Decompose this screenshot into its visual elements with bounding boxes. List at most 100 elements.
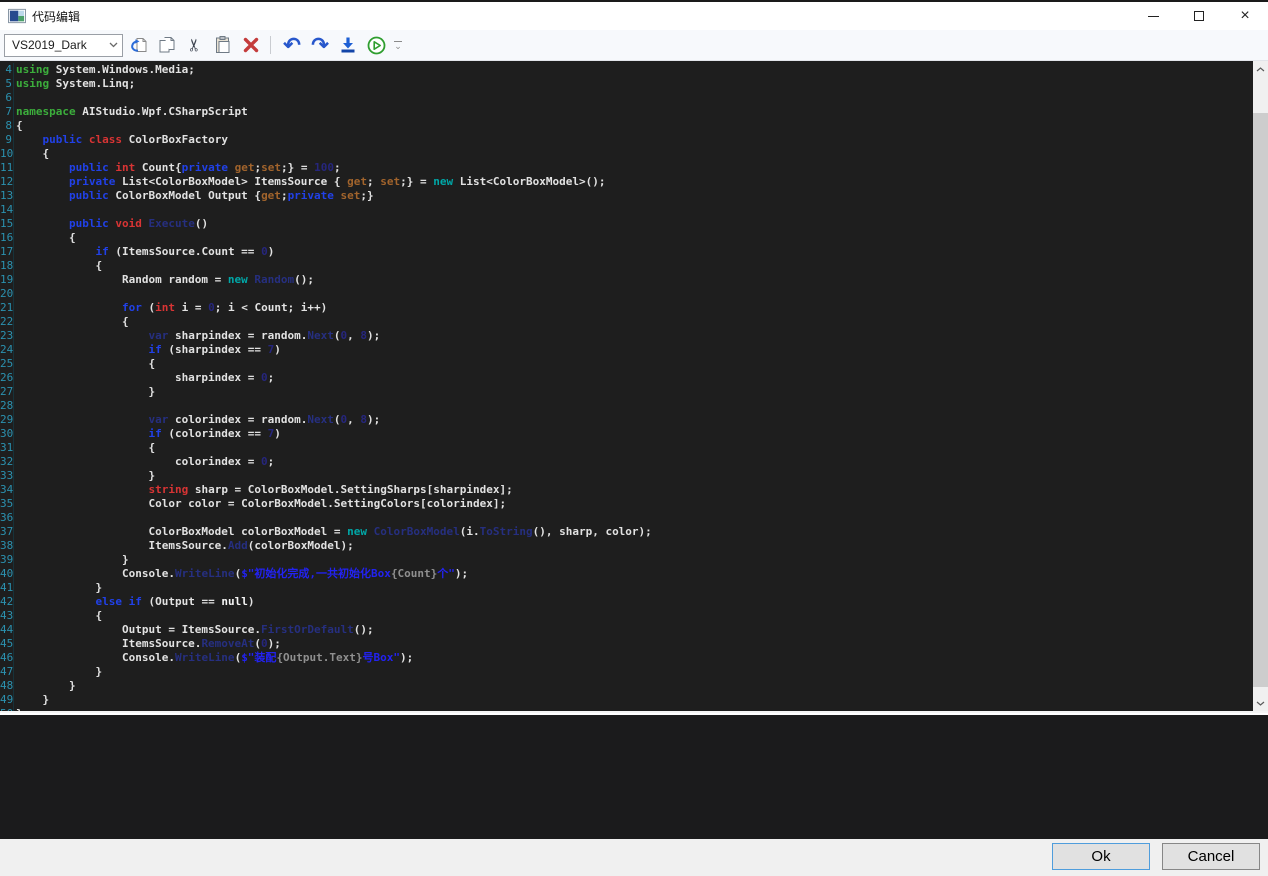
copy-button[interactable] <box>155 33 179 57</box>
code-text: { <box>14 357 155 371</box>
maximize-button[interactable] <box>1176 2 1222 30</box>
code-text: public ColorBoxModel Output {get;private… <box>14 189 374 203</box>
code-text: { <box>14 315 129 329</box>
code-text: public class ColorBoxFactory <box>14 133 228 147</box>
line-number: 28 <box>0 399 14 413</box>
code-text: if (colorindex == 7) <box>14 427 281 441</box>
toolbar-overflow-button[interactable]: ⌄ <box>394 41 402 49</box>
run-icon <box>366 35 387 56</box>
reset-document-icon <box>129 35 149 55</box>
code-line: 21 for (int i = 0; i < Count; i++) <box>0 301 1253 315</box>
line-number: 5 <box>0 77 14 91</box>
code-text: ItemsSource.Add(colorBoxModel); <box>14 539 354 553</box>
line-number: 12 <box>0 175 14 189</box>
cut-button[interactable]: ✂ <box>183 33 207 57</box>
copy-icon <box>157 35 177 55</box>
line-number: 27 <box>0 385 14 399</box>
delete-button[interactable] <box>239 33 263 57</box>
undo-button[interactable]: ↶ <box>280 33 304 57</box>
close-button[interactable]: × <box>1222 2 1268 30</box>
line-number: 38 <box>0 539 14 553</box>
code-text <box>14 203 16 217</box>
code-line: 29 var colorindex = random.Next(0, 8); <box>0 413 1253 427</box>
code-text: Console.WriteLine($"初始化完成,一共初始化Box{Count… <box>14 567 468 581</box>
line-number: 36 <box>0 511 14 525</box>
redo-button[interactable]: ↷ <box>308 33 332 57</box>
theme-select[interactable]: VS2019_Dark <box>4 34 123 57</box>
reset-document-button[interactable] <box>127 33 151 57</box>
window-title: 代码编辑 <box>32 8 80 25</box>
redo-icon: ↷ <box>311 35 329 56</box>
scrollbar-down-button[interactable] <box>1253 695 1268 711</box>
line-number: 44 <box>0 623 14 637</box>
code-line: 43 { <box>0 609 1253 623</box>
code-line: 16 { <box>0 231 1253 245</box>
code-text <box>14 399 16 413</box>
line-number: 35 <box>0 497 14 511</box>
code-text: namespace AIStudio.Wpf.CSharpScript <box>14 105 248 119</box>
code-text: Random random = new Random(); <box>14 273 314 287</box>
code-line: 17 if (ItemsSource.Count == 0) <box>0 245 1253 259</box>
code-editor[interactable]: 4using System.Windows.Media;5using Syste… <box>0 61 1268 713</box>
code-line: 48 } <box>0 679 1253 693</box>
line-number: 33 <box>0 469 14 483</box>
minimize-icon <box>1148 16 1159 17</box>
line-number: 13 <box>0 189 14 203</box>
save-button[interactable] <box>336 33 360 57</box>
code-text: { <box>14 609 102 623</box>
line-number: 18 <box>0 259 14 273</box>
code-line: 46 Console.WriteLine($"装配{Output.Text}号B… <box>0 651 1253 665</box>
ok-button[interactable]: Ok <box>1052 843 1150 870</box>
code-text: private List<ColorBoxModel> ItemsSource … <box>14 175 605 189</box>
line-number: 48 <box>0 679 14 693</box>
code-text: if (sharpindex == 7) <box>14 343 281 357</box>
line-number: 31 <box>0 441 14 455</box>
vertical-scrollbar[interactable] <box>1253 61 1268 711</box>
code-text: else if (Output == null) <box>14 595 254 609</box>
code-line: 9 public class ColorBoxFactory <box>0 133 1253 147</box>
code-line: 39 } <box>0 553 1253 567</box>
code-line: 40 Console.WriteLine($"初始化完成,一共初始化Box{Co… <box>0 567 1253 581</box>
line-number: 32 <box>0 455 14 469</box>
code-line: 18 { <box>0 259 1253 273</box>
line-number: 19 <box>0 273 14 287</box>
line-number: 49 <box>0 693 14 707</box>
code-text <box>14 511 16 525</box>
paste-button[interactable] <box>211 33 235 57</box>
code-line: 22 { <box>0 315 1253 329</box>
minimize-button[interactable] <box>1130 2 1176 30</box>
code-line: 27 } <box>0 385 1253 399</box>
code-line: 35 Color color = ColorBoxModel.SettingCo… <box>0 497 1253 511</box>
close-icon: × <box>1240 8 1249 24</box>
code-text: Output = ItemsSource.FirstOrDefault(); <box>14 623 374 637</box>
code-text: colorindex = 0; <box>14 455 274 469</box>
toolbar: VS2019_Dark ✂ <box>0 30 1268 61</box>
code-text: { <box>14 119 23 133</box>
code-line: 20 <box>0 287 1253 301</box>
line-number: 10 <box>0 147 14 161</box>
run-button[interactable] <box>364 33 388 57</box>
code-lines[interactable]: 4using System.Windows.Media;5using Syste… <box>0 61 1253 711</box>
line-number: 8 <box>0 119 14 133</box>
code-edit-dialog: 代码编辑 × VS2019_Dark <box>0 0 1268 876</box>
code-line: 31 { <box>0 441 1253 455</box>
line-number: 20 <box>0 287 14 301</box>
line-number: 34 <box>0 483 14 497</box>
code-line: 28 <box>0 399 1253 413</box>
code-line: 50} <box>0 707 1253 711</box>
code-text: var sharpindex = random.Next(0, 8); <box>14 329 380 343</box>
theme-select-value: VS2019_Dark <box>5 38 104 52</box>
line-number: 16 <box>0 231 14 245</box>
save-icon <box>338 35 358 55</box>
scrollbar-thumb[interactable] <box>1253 113 1268 687</box>
line-number: 50 <box>0 707 14 711</box>
code-line: 11 public int Count{private get;set;} = … <box>0 161 1253 175</box>
scrollbar-up-button[interactable] <box>1253 61 1268 77</box>
code-line: 19 Random random = new Random(); <box>0 273 1253 287</box>
code-text: using System.Linq; <box>14 77 135 91</box>
code-text: ItemsSource.RemoveAt(0); <box>14 637 281 651</box>
cancel-button[interactable]: Cancel <box>1162 843 1260 870</box>
line-number: 43 <box>0 609 14 623</box>
line-number: 23 <box>0 329 14 343</box>
code-text: { <box>14 259 102 273</box>
